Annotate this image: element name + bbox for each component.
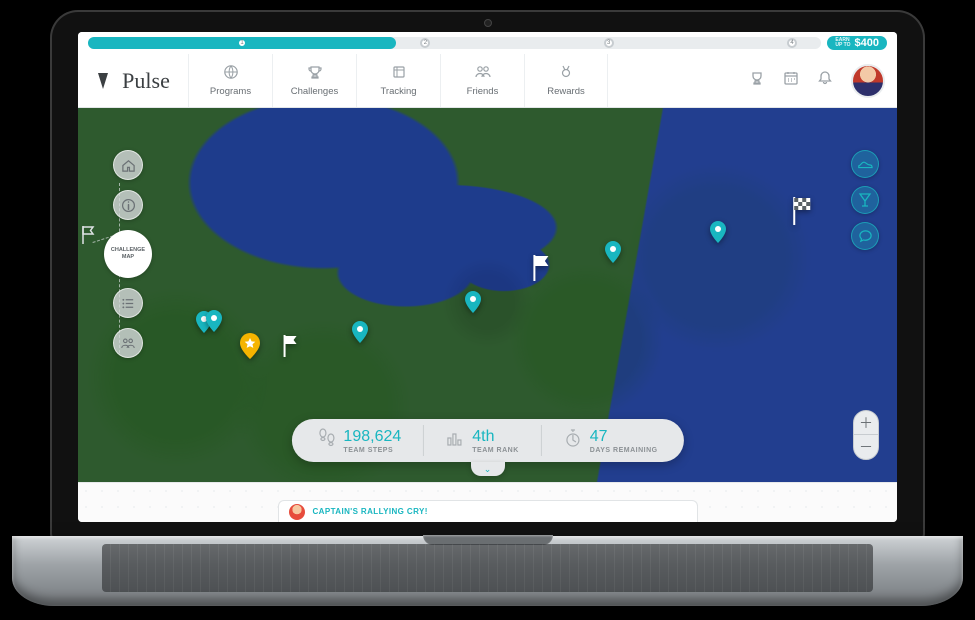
stats-bar: 198,624 TEAM STEPS 4th TEAM RANK <box>291 419 683 462</box>
laptop-keyboard <box>102 544 873 592</box>
tool-group[interactable] <box>113 328 143 358</box>
nav-friends[interactable]: Friends <box>440 54 524 107</box>
tool-celebrate[interactable] <box>851 186 879 214</box>
stat-team-steps[interactable]: 198,624 TEAM STEPS <box>295 425 424 456</box>
plus-icon: ＋ <box>859 413 873 433</box>
map-pin-2[interactable] <box>351 321 369 350</box>
tool-info[interactable] <box>113 190 143 220</box>
nav-programs[interactable]: Programs <box>188 54 272 107</box>
progress-node-3[interactable]: 3 <box>604 38 614 48</box>
camera-dot <box>484 19 492 27</box>
earn-badge[interactable]: EARN UP TO $400 <box>827 36 887 50</box>
map-flag-1[interactable] <box>282 335 300 364</box>
trophy-nav-icon <box>307 64 323 83</box>
origin-flag-icon <box>80 226 96 251</box>
map-pin-4[interactable] <box>604 241 622 270</box>
progress-node-2[interactable]: 2 <box>420 38 430 48</box>
stat-team-rank[interactable]: 4th TEAM RANK <box>424 425 542 456</box>
map-star-marker[interactable] <box>239 333 261 366</box>
map-flag-2[interactable] <box>531 255 551 288</box>
stat-days-remaining[interactable]: 47 DAYS REMAINING <box>542 425 680 456</box>
group-icon <box>120 336 136 351</box>
main-nav: Programs Challenges Tracking Friends <box>188 54 608 107</box>
globe-icon <box>223 64 239 83</box>
bars-icon <box>446 429 464 452</box>
earn-amount: $400 <box>855 39 879 47</box>
nav-challenges[interactable]: Challenges <box>272 54 356 107</box>
chevron-down-icon: ⌄ <box>484 464 492 475</box>
list-icon <box>121 296 136 311</box>
shoe-icon <box>857 157 873 171</box>
nav-rewards[interactable]: Rewards <box>524 54 608 107</box>
brand-logo[interactable]: Pulse <box>78 54 188 107</box>
map-pin-3[interactable] <box>464 291 482 320</box>
tool-challenge-map[interactable]: CHALLENGE MAP <box>104 230 152 278</box>
stat-team-rank-value: 4th <box>472 428 494 446</box>
stopwatch-icon <box>564 428 582 453</box>
zoom-in[interactable]: ＋ <box>854 411 878 435</box>
progress-node-4[interactable]: 4 <box>787 38 797 48</box>
tracking-icon <box>391 64 407 83</box>
captain-avatar <box>289 504 305 520</box>
brand-script: Pulse <box>122 68 170 94</box>
zoom-out[interactable]: － <box>854 435 878 459</box>
tool-activity[interactable] <box>851 150 879 178</box>
nav-tracking[interactable]: Tracking <box>356 54 440 107</box>
virgin-mark-icon <box>96 71 120 91</box>
rally-label: CAPTAIN'S RALLYING CRY! <box>313 507 428 516</box>
challenge-map-area[interactable]: CHALLENGE MAP ＋ － <box>78 108 897 482</box>
bell-icon[interactable] <box>817 70 833 91</box>
stat-days-label: DAYS REMAINING <box>590 447 658 454</box>
stat-team-rank-label: TEAM RANK <box>472 447 519 454</box>
stat-team-steps-label: TEAM STEPS <box>343 447 393 454</box>
laptop-base <box>12 536 963 606</box>
map-tools-right <box>851 150 879 250</box>
earn-prefix-2: UP TO <box>835 43 850 48</box>
rewards-icon <box>558 64 574 83</box>
nav-challenges-label: Challenges <box>291 86 339 97</box>
home-icon <box>121 158 136 173</box>
calendar-icon[interactable] <box>783 70 799 91</box>
tool-list[interactable] <box>113 288 143 318</box>
progress-node-1[interactable]: 1 <box>237 38 247 48</box>
laptop-frame: 1 2 3 4 EARN UP TO $400 Pulse <box>50 10 925 540</box>
chat-icon <box>858 229 873 244</box>
avatar[interactable] <box>851 64 885 98</box>
app-header: Pulse Programs Challenges Tracking <box>78 54 897 108</box>
stat-team-steps-value: 198,624 <box>343 428 401 446</box>
map-pin-start-b[interactable] <box>205 310 223 339</box>
zoom-control: ＋ － <box>853 410 879 460</box>
footer-area: CAPTAIN'S RALLYING CRY! <box>78 482 897 522</box>
progress-strip: 1 2 3 4 EARN UP TO $400 <box>78 32 897 54</box>
footsteps-icon <box>317 427 335 454</box>
map-flag-finish[interactable] <box>791 197 813 232</box>
stat-days-value: 47 <box>590 428 608 446</box>
tool-challenge-map-label: CHALLENGE MAP <box>105 247 151 261</box>
tool-home[interactable] <box>113 150 143 180</box>
map-tools-left: CHALLENGE MAP <box>104 150 152 358</box>
header-utilities <box>749 54 897 107</box>
trophy-icon[interactable] <box>749 70 765 91</box>
rally-banner[interactable]: CAPTAIN'S RALLYING CRY! <box>278 500 698 522</box>
minus-icon: － <box>859 437 873 457</box>
progress-bar: 1 2 3 4 <box>88 37 821 49</box>
stats-expand[interactable]: ⌄ <box>471 462 505 476</box>
friends-icon <box>474 64 492 83</box>
nav-rewards-label: Rewards <box>547 86 585 97</box>
nav-friends-label: Friends <box>467 86 499 97</box>
martini-icon <box>858 192 872 208</box>
nav-tracking-label: Tracking <box>380 86 416 97</box>
nav-programs-label: Programs <box>210 86 251 97</box>
app-screen: 1 2 3 4 EARN UP TO $400 Pulse <box>78 32 897 522</box>
map-pin-5[interactable] <box>709 221 727 250</box>
info-icon <box>121 198 136 213</box>
tool-chat[interactable] <box>851 222 879 250</box>
